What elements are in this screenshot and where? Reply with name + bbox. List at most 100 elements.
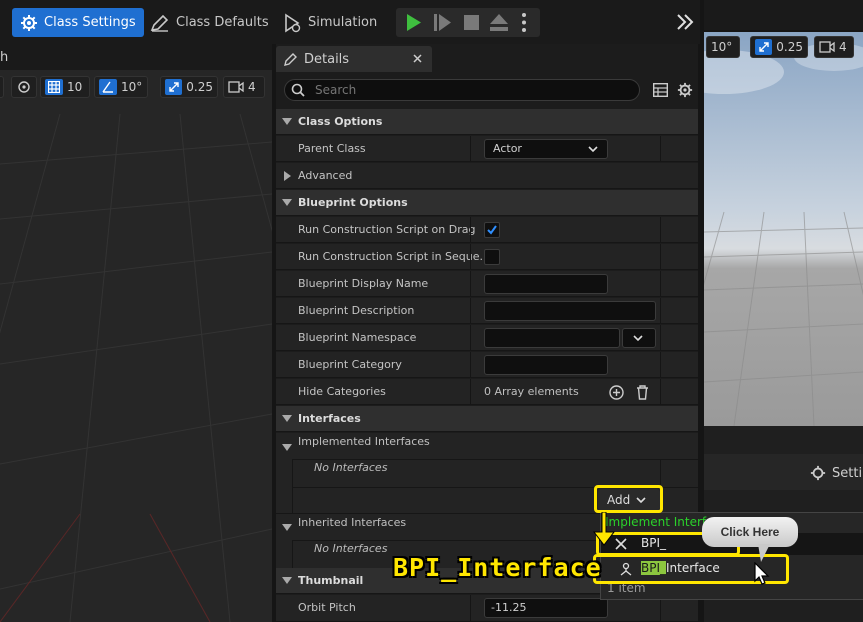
right-camera-icon xyxy=(819,41,835,53)
down-arrow-icon xyxy=(592,512,616,546)
section-interfaces[interactable]: Interfaces xyxy=(276,406,698,432)
angle-icon xyxy=(99,79,117,95)
simulation-button[interactable]: Simulation xyxy=(274,8,385,37)
right-scale-chip[interactable]: 0.25 xyxy=(750,36,808,58)
row-advanced[interactable]: Advanced xyxy=(276,163,698,189)
camera-speed-value: 4 xyxy=(248,80,256,94)
section-blueprint-options[interactable]: Blueprint Options xyxy=(276,190,698,216)
right-camera-chip[interactable]: 4 xyxy=(814,36,854,58)
parent-class-dropdown[interactable]: Actor xyxy=(484,139,608,159)
transform-icon xyxy=(16,79,32,95)
run-construction-seq-label: Run Construction Script in Seque... xyxy=(298,250,491,263)
main-toolbar: Class Settings Class Defaults Simulation xyxy=(0,0,700,44)
rotation-snap-value: 10° xyxy=(121,80,143,94)
collapse-arrow-icon[interactable] xyxy=(282,524,292,532)
no-interfaces-text: No Interfaces xyxy=(314,542,388,555)
advanced-label: Advanced xyxy=(298,169,353,182)
row-run-construction-seq: Run Construction Script in Seque... xyxy=(276,244,698,270)
transform-chip[interactable] xyxy=(11,76,37,98)
viewport-left-chip[interactable] xyxy=(0,76,4,98)
bubble-pointer-icon xyxy=(758,544,770,562)
orbit-pitch-value: -11.25 xyxy=(491,601,527,614)
section-label: Class Options xyxy=(298,115,383,128)
row-namespace: Blueprint Namespace xyxy=(276,325,698,351)
step-icon[interactable] xyxy=(434,14,452,31)
play-icon[interactable] xyxy=(406,14,422,31)
settings-gear-icon[interactable] xyxy=(810,465,826,481)
collapse-arrow-icon xyxy=(282,577,292,585)
class-defaults-label: Class Defaults xyxy=(176,15,269,30)
grid-snap-value: 10 xyxy=(67,80,83,94)
section-label: Blueprint Options xyxy=(298,196,408,209)
hide-categories-label: Hide Categories xyxy=(298,385,386,398)
description-input[interactable] xyxy=(484,301,656,321)
scale-snap-chip[interactable]: 0.25 xyxy=(160,76,218,98)
namespace-input[interactable] xyxy=(484,328,620,348)
eject-icon[interactable] xyxy=(490,14,508,31)
namespace-dropdown[interactable] xyxy=(622,328,656,348)
namespace-label: Blueprint Namespace xyxy=(298,331,417,344)
stop-icon[interactable] xyxy=(464,15,479,30)
simulation-label: Simulation xyxy=(308,15,378,30)
scale-snap-value: 0.25 xyxy=(186,80,213,94)
trash-icon[interactable] xyxy=(636,385,649,400)
gear-icon xyxy=(20,14,38,32)
section-class-options[interactable]: Class Options xyxy=(276,109,698,135)
details-search[interactable] xyxy=(284,79,640,101)
rotation-snap-chip[interactable]: 10° xyxy=(94,76,148,98)
search-icon xyxy=(291,83,305,97)
row-hide-categories: Hide Categories 0 Array elements xyxy=(276,379,698,405)
chevron-down-icon xyxy=(588,146,598,153)
category-input[interactable] xyxy=(484,355,608,375)
class-settings-label: Class Settings xyxy=(44,15,136,30)
run-construction-seq-checkbox[interactable] xyxy=(484,249,500,265)
edit-defaults-icon xyxy=(150,14,170,32)
description-label: Blueprint Description xyxy=(298,304,415,317)
collapse-arrow-icon xyxy=(282,199,292,207)
right-scale-value: 0.25 xyxy=(776,40,803,54)
graph-viewport[interactable] xyxy=(0,44,272,622)
mouse-cursor-icon xyxy=(754,562,770,585)
right-rotation-chip[interactable]: 10° xyxy=(706,36,740,58)
section-label: Thumbnail xyxy=(298,574,364,587)
checkmark-icon xyxy=(487,225,497,235)
details-settings-icon[interactable] xyxy=(677,82,693,98)
viewport-top-bar xyxy=(704,0,863,30)
chevron-down-icon xyxy=(633,335,643,342)
graph-title: h xyxy=(0,50,9,65)
class-defaults-button[interactable]: Class Defaults xyxy=(142,8,277,37)
simulation-icon xyxy=(282,13,302,33)
inherited-interfaces-label: Inherited Interfaces xyxy=(298,516,407,529)
orbit-pitch-input[interactable]: -11.25 xyxy=(484,598,608,618)
camera-icon xyxy=(228,81,244,93)
collapse-arrow-icon[interactable] xyxy=(282,444,292,452)
class-settings-button[interactable]: Class Settings xyxy=(12,8,144,37)
collapse-arrow-icon xyxy=(282,415,292,423)
grid-snap-chip[interactable]: 10 xyxy=(40,76,90,98)
graph-header-bar: h xyxy=(0,44,272,70)
expand-arrow-icon xyxy=(284,171,291,181)
row-category: Blueprint Category xyxy=(276,352,698,378)
right-camera-value: 4 xyxy=(839,40,847,54)
viewport-grid xyxy=(0,113,272,622)
search-input[interactable] xyxy=(313,82,617,98)
settings-label[interactable]: Setti xyxy=(832,466,862,481)
expand-toolbar-icon[interactable] xyxy=(676,14,694,30)
add-element-icon[interactable] xyxy=(609,385,624,400)
parent-class-label: Parent Class xyxy=(298,142,366,155)
row-parent-class: Parent Class Actor xyxy=(276,136,698,162)
right-scale-icon xyxy=(755,39,773,55)
preview-viewport[interactable] xyxy=(704,32,863,426)
grid-icon xyxy=(45,79,63,95)
close-icon[interactable] xyxy=(413,54,422,63)
add-button-highlight xyxy=(594,485,663,513)
camera-speed-chip[interactable]: 4 xyxy=(223,76,265,98)
details-tab[interactable]: Details xyxy=(276,46,432,72)
row-description: Blueprint Description xyxy=(276,298,698,324)
run-construction-drag-checkbox[interactable] xyxy=(484,222,500,238)
orbit-pitch-label: Orbit Pitch xyxy=(298,601,356,614)
display-name-input[interactable] xyxy=(484,274,608,294)
table-view-icon[interactable] xyxy=(653,83,668,97)
more-options-icon[interactable] xyxy=(522,13,526,32)
floor-grid xyxy=(704,43,863,426)
